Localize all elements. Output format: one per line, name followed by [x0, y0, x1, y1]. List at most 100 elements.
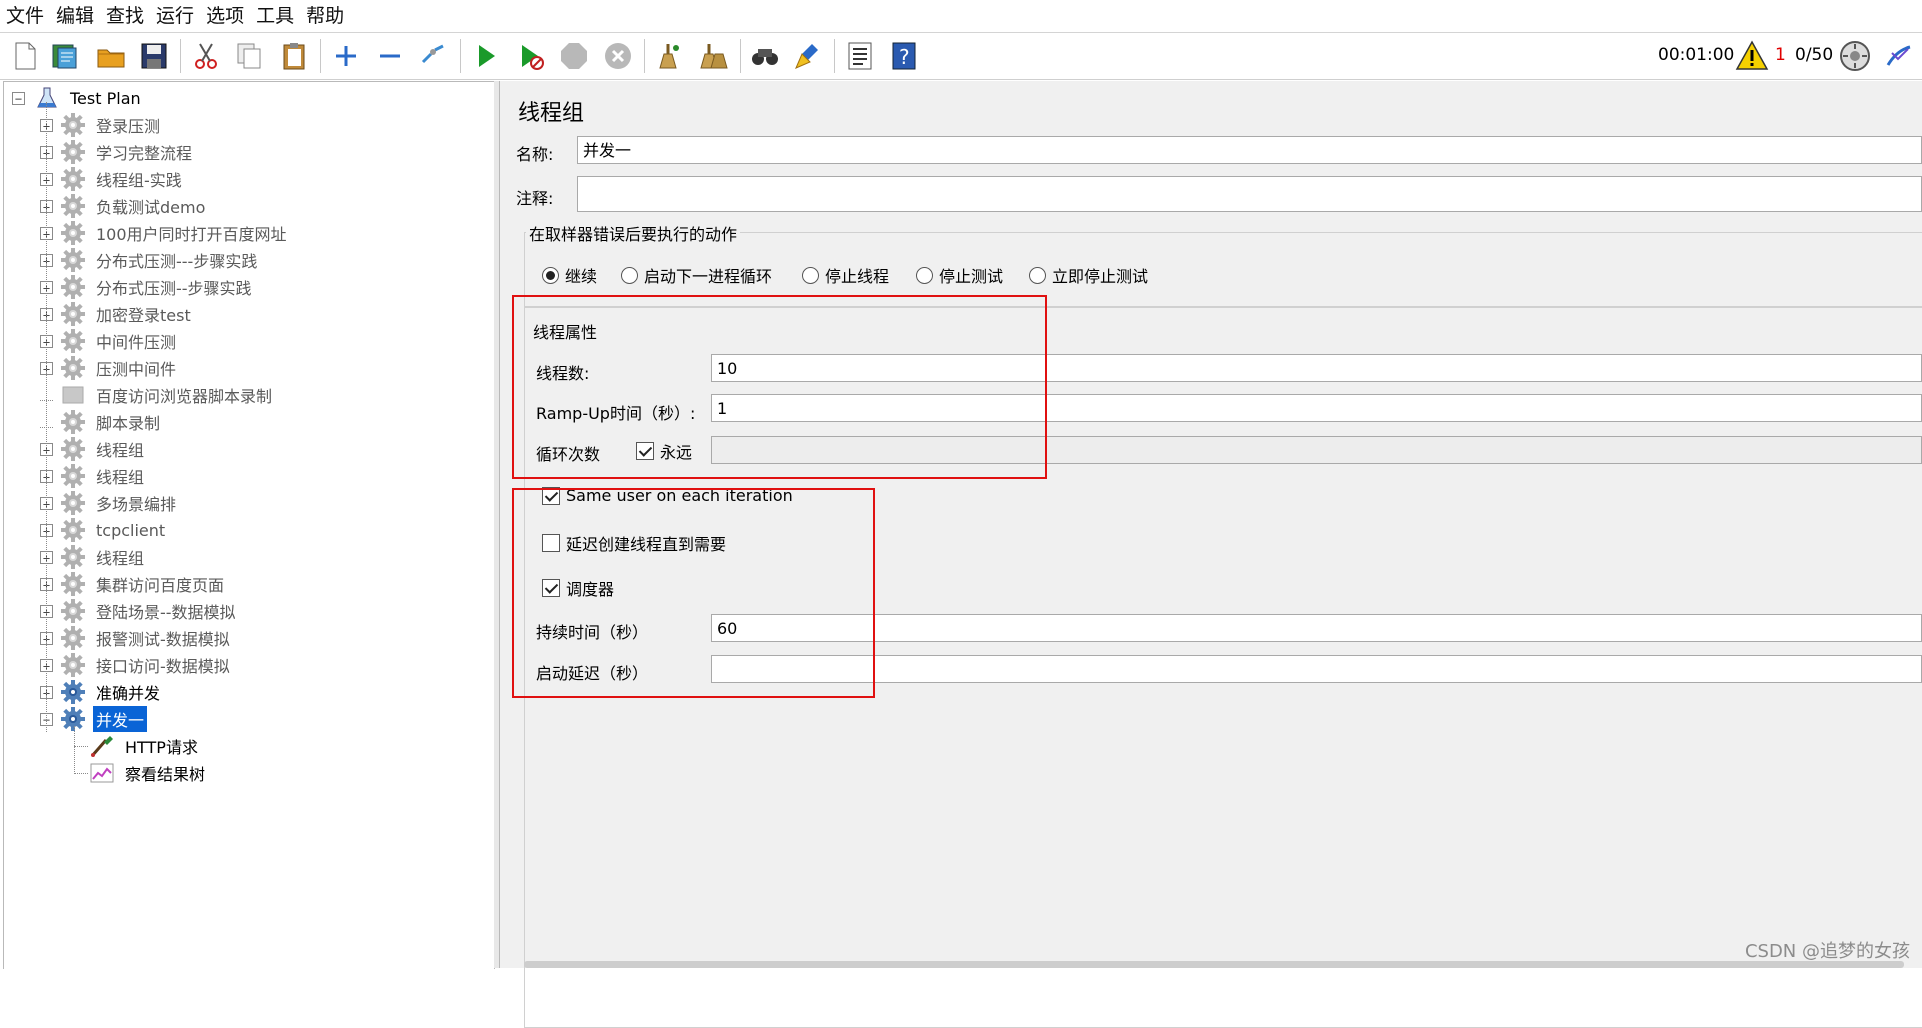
- tree-node-thread-group[interactable]: + 集群访问百度页面: [40, 571, 227, 597]
- radio-stop-test-now[interactable]: 立即停止测试: [1029, 263, 1148, 287]
- function-helper-icon: [848, 42, 872, 70]
- search-button[interactable]: [747, 38, 783, 74]
- help-button[interactable]: ?: [886, 38, 922, 74]
- scheduler-checkbox[interactable]: 调度器: [542, 576, 614, 600]
- thread-count-field[interactable]: 10: [711, 354, 1922, 382]
- cut-button[interactable]: [188, 38, 224, 74]
- radio-continue[interactable]: 继续: [542, 263, 597, 287]
- tree-node-thread-group[interactable]: + 登陆场景--数据模拟: [40, 598, 239, 624]
- test-plan-icon: [33, 85, 61, 111]
- checkbox-label: 永远: [660, 443, 693, 462]
- expand-all-button[interactable]: [328, 38, 364, 74]
- open-button[interactable]: [93, 38, 129, 74]
- tree-node-thread-group[interactable]: + 线程组: [40, 436, 147, 462]
- clear-all-button[interactable]: [694, 38, 730, 74]
- warning-icon[interactable]: [1735, 39, 1769, 73]
- tree-node-thread-group[interactable]: + 分布式压测--步骤实践: [40, 274, 255, 300]
- tree-node-label: 压测中间件: [96, 360, 177, 379]
- tree-node-thread-group[interactable]: + 线程组-实践: [40, 166, 185, 192]
- reset-search-button[interactable]: [790, 38, 826, 74]
- search-icon: [752, 49, 778, 65]
- name-field[interactable]: 并发一: [577, 136, 1922, 164]
- expand-icon: [336, 46, 356, 66]
- menu-help[interactable]: 帮助: [300, 0, 350, 32]
- test-plan-tree[interactable]: − Test Plan + 登录压测 + 学习完整流程 + 线程组-实践 + 负载测试demo…: [3, 81, 495, 969]
- tree-node-thread-group[interactable]: + 准确并发: [40, 679, 163, 705]
- start-button[interactable]: [468, 38, 504, 74]
- radio-stop-test[interactable]: 停止测试: [916, 263, 1003, 287]
- log-viewer-icon[interactable]: [1882, 39, 1916, 73]
- new-button[interactable]: [7, 38, 43, 74]
- duration-label: 持续时间（秒）: [536, 623, 649, 642]
- delay-thread-creation-checkbox[interactable]: 延迟创建线程直到需要: [542, 531, 726, 555]
- name-label: 名称:: [516, 145, 554, 164]
- tree-node-thread-group[interactable]: + 压测中间件: [40, 355, 179, 381]
- copy-button[interactable]: [231, 38, 267, 74]
- tree-guide-line: [74, 745, 88, 747]
- toggle-button[interactable]: [415, 38, 451, 74]
- tree-node-thread-group[interactable]: + 报警测试-数据模拟: [40, 625, 233, 651]
- tree-node-label: 百度访问浏览器脚本录制: [96, 387, 273, 406]
- thread-group-gear-icon: [59, 706, 87, 732]
- shutdown-button: [600, 38, 636, 74]
- tree-node-thread-group[interactable]: + 加密登录test: [40, 301, 194, 327]
- menu-tools[interactable]: 工具: [250, 0, 300, 32]
- remote-engine-icon[interactable]: [1838, 39, 1872, 73]
- tree-node-label: 多场景编排: [96, 495, 177, 514]
- tree-node-thread-group[interactable]: + 学习完整流程: [40, 139, 195, 165]
- menu-run[interactable]: 运行: [150, 0, 200, 32]
- radio-start-next-loop[interactable]: 启动下一进程循环: [621, 263, 772, 287]
- menu-edit[interactable]: 编辑: [50, 0, 100, 32]
- radio-indicator: [621, 266, 638, 284]
- thread-group-gear-icon: [59, 490, 87, 516]
- startup-delay-field[interactable]: [711, 655, 1922, 683]
- menu-file[interactable]: 文件: [0, 0, 50, 32]
- rampup-field[interactable]: 1: [711, 394, 1922, 422]
- tree-node-thread-group[interactable]: + 线程组: [40, 463, 147, 489]
- paste-icon: [283, 43, 305, 70]
- thread-group-gear-icon: [59, 247, 87, 273]
- save-button[interactable]: [136, 38, 172, 74]
- tree-node-thread-group[interactable]: + 分布式压测---步骤实践: [40, 247, 260, 273]
- tree-node-thread-group[interactable]: + 负载测试demo: [40, 193, 208, 219]
- tree-node-http-request[interactable]: HTTP请求: [74, 733, 201, 759]
- menu-options[interactable]: 选项: [200, 0, 250, 32]
- radio-label: 停止测试: [939, 267, 1004, 286]
- tree-node-thread-group[interactable]: 脚本录制: [40, 409, 163, 435]
- tree-node-thread-group[interactable]: + 中间件压测: [40, 328, 179, 354]
- tree-guide-line: [46, 102, 47, 732]
- collapse-all-button[interactable]: [372, 38, 408, 74]
- radio-indicator: [802, 266, 819, 284]
- clear-button[interactable]: [650, 38, 686, 74]
- tree-node-view-results-tree[interactable]: 察看结果树: [74, 760, 208, 786]
- tree-node-thread-group[interactable]: + 多场景编排: [40, 490, 179, 516]
- startup-delay-label: 启动延迟（秒）: [536, 664, 649, 683]
- tree-node-thread-group[interactable]: + 接口访问-数据模拟: [40, 652, 233, 678]
- tree-node-thread-group[interactable]: + tcpclient: [40, 517, 168, 543]
- duration-field[interactable]: 60: [711, 614, 1922, 642]
- horizontal-scrollbar[interactable]: [524, 961, 1904, 968]
- radio-label: 停止线程: [825, 267, 890, 286]
- tree-guide-line: [74, 772, 88, 774]
- radio-label: 立即停止测试: [1052, 267, 1149, 286]
- tree-node-thread-group[interactable]: + 登录压测: [40, 112, 163, 138]
- thread-group-gear-icon: [59, 652, 87, 678]
- tree-node-thread-group[interactable]: − 并发一: [40, 706, 148, 732]
- same-user-checkbox[interactable]: Same user on each iteration: [542, 486, 793, 505]
- collapse-toggle-icon[interactable]: −: [12, 91, 25, 105]
- comment-field[interactable]: [577, 176, 1922, 212]
- forever-checkbox[interactable]: 永远: [636, 439, 692, 463]
- paste-button[interactable]: [276, 38, 312, 74]
- templates-button[interactable]: [47, 38, 83, 74]
- active-thread-count: 0/50: [1795, 45, 1834, 65]
- function-helper-button[interactable]: [842, 38, 878, 74]
- tree-root-test-plan[interactable]: − Test Plan: [12, 85, 144, 111]
- stop-icon: [561, 43, 587, 69]
- tree-node-thread-group[interactable]: + 线程组: [40, 544, 147, 570]
- tree-node-thread-group[interactable]: 百度访问浏览器脚本录制: [40, 382, 275, 408]
- start-no-pause-button[interactable]: [512, 38, 548, 74]
- clear-icon: [659, 44, 679, 69]
- menu-search[interactable]: 查找: [100, 0, 150, 32]
- tree-node-thread-group[interactable]: +100用户同时打开百度网址: [40, 220, 290, 246]
- radio-stop-thread[interactable]: 停止线程: [802, 263, 889, 287]
